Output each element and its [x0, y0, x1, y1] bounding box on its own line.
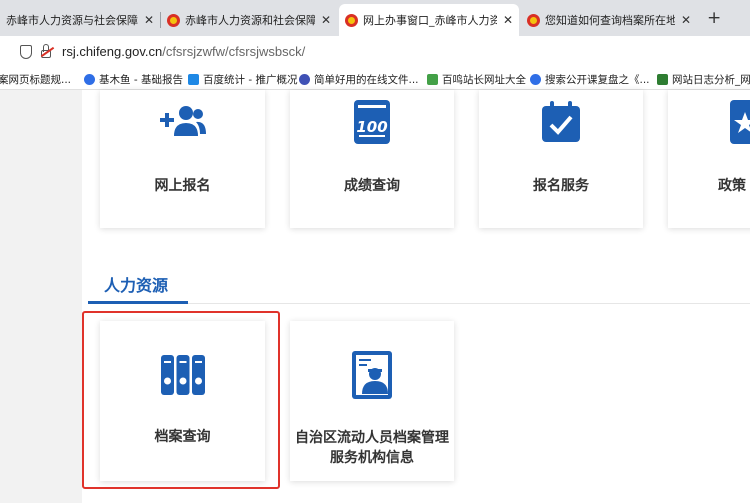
- add-users-icon: [160, 106, 206, 136]
- emblem-icon: [167, 13, 180, 27]
- card-score-query[interactable]: 100 成绩查询: [290, 90, 454, 228]
- close-icon[interactable]: ✕: [321, 13, 331, 27]
- section-title[interactable]: 人力资源: [104, 272, 168, 296]
- card-label: 成绩查询: [344, 178, 400, 194]
- tab-bar: 赤峰市人力资源与社会保障局_i ✕ 赤峰市人力资源和社会保障局 ✕ 网上办事窗口…: [0, 0, 750, 36]
- bookmark-item[interactable]: 案网页标题规...: [0, 72, 71, 87]
- calendar-check-icon: [542, 101, 580, 142]
- card-online-registration[interactable]: 网上报名: [100, 90, 265, 228]
- bookmark-item[interactable]: 百鸣站长网址大全: [427, 72, 526, 87]
- bookmark-label: 搜索公开课复盘之《...: [545, 74, 650, 86]
- card-policy[interactable]: 政策: [668, 90, 750, 228]
- baidu-icon: [84, 74, 95, 85]
- cube-icon: [657, 74, 668, 85]
- green-icon: [427, 74, 438, 85]
- bookmark-label: 基木鱼 - 基础报告: [99, 74, 183, 86]
- card-label: 政策: [718, 178, 746, 194]
- url-path: /cfsrsjzwfw/cfsrsjwsbsck/: [162, 44, 306, 59]
- tab-title: 赤峰市人力资源和社会保障局: [185, 14, 315, 27]
- tab-archive-question[interactable]: 您知道如何查询档案所在地，档 ✕: [521, 4, 697, 36]
- bookmark-label: 百鸣站长网址大全: [442, 74, 526, 86]
- section-underline: [88, 301, 188, 304]
- policy-icon: [730, 100, 750, 144]
- bookmark-item[interactable]: 简单好用的在线文件...: [299, 72, 419, 87]
- id-card-icon: [352, 351, 392, 399]
- insecure-lock-icon[interactable]: [40, 44, 55, 60]
- emblem-icon: [527, 13, 540, 27]
- card-label-line1: 自治区流动人员档案管理: [295, 430, 449, 446]
- shield-icon[interactable]: [20, 45, 32, 59]
- stats-icon: [188, 74, 199, 85]
- tab-hrss-1[interactable]: 赤峰市人力资源与社会保障局_i ✕: [0, 4, 160, 36]
- section-divider: [188, 303, 750, 304]
- tab-title: 网上办事窗口_赤峰市人力资源: [363, 14, 497, 27]
- bookmark-label: 简单好用的在线文件...: [314, 74, 419, 86]
- card-label-line2: 服务机构信息: [330, 450, 414, 466]
- tab-hrss-2[interactable]: 赤峰市人力资源和社会保障局 ✕: [161, 4, 337, 36]
- bookmarks-bar: 案网页标题规... 基木鱼 - 基础报告 百度统计 - 推广概况 简单好用的在线…: [0, 68, 750, 90]
- bookmark-label: 百度统计 - 推广概况: [203, 74, 298, 86]
- c-icon: [299, 74, 310, 85]
- url-field[interactable]: rsj.chifeng.gov.cn/cfsrsjzwfw/cfsrsjwsbs…: [62, 44, 305, 59]
- bookmark-label: 案网页标题规...: [0, 74, 72, 86]
- bookmark-label: 网站日志分析_网站: [672, 74, 750, 86]
- close-icon[interactable]: ✕: [681, 13, 691, 27]
- left-gutter: [0, 90, 82, 503]
- new-tab-button[interactable]: +: [707, 8, 721, 28]
- score-100-icon: 100: [354, 100, 390, 144]
- address-bar: rsj.chifeng.gov.cn/cfsrsjzwfw/cfsrsjwsbs…: [0, 36, 750, 68]
- tab-title: 赤峰市人力资源与社会保障局_i: [6, 14, 138, 27]
- paw-icon: [530, 74, 541, 85]
- bookmark-item[interactable]: 基木鱼 - 基础报告: [84, 72, 183, 87]
- bookmark-item[interactable]: 网站日志分析_网站: [657, 72, 750, 87]
- tab-title: 您知道如何查询档案所在地，档: [545, 14, 675, 27]
- tab-online-service[interactable]: 网上办事窗口_赤峰市人力资源 ✕: [339, 4, 519, 36]
- card-registration-service[interactable]: 报名服务: [479, 90, 643, 228]
- card-floating-archive-agencies[interactable]: 自治区流动人员档案管理 服务机构信息: [290, 321, 454, 481]
- bookmark-item[interactable]: 搜索公开课复盘之《...: [530, 72, 650, 87]
- card-label: 报名服务: [533, 178, 589, 194]
- close-icon[interactable]: ✕: [503, 13, 513, 27]
- card-label: 网上报名: [154, 178, 211, 194]
- emblem-icon: [345, 13, 358, 27]
- close-icon[interactable]: ✕: [144, 13, 154, 27]
- svg-text:100: 100: [356, 118, 387, 136]
- bookmark-item[interactable]: 百度统计 - 推广概况: [188, 72, 297, 87]
- highlight-box: [82, 311, 280, 489]
- url-host: rsj.chifeng.gov.cn: [62, 44, 163, 59]
